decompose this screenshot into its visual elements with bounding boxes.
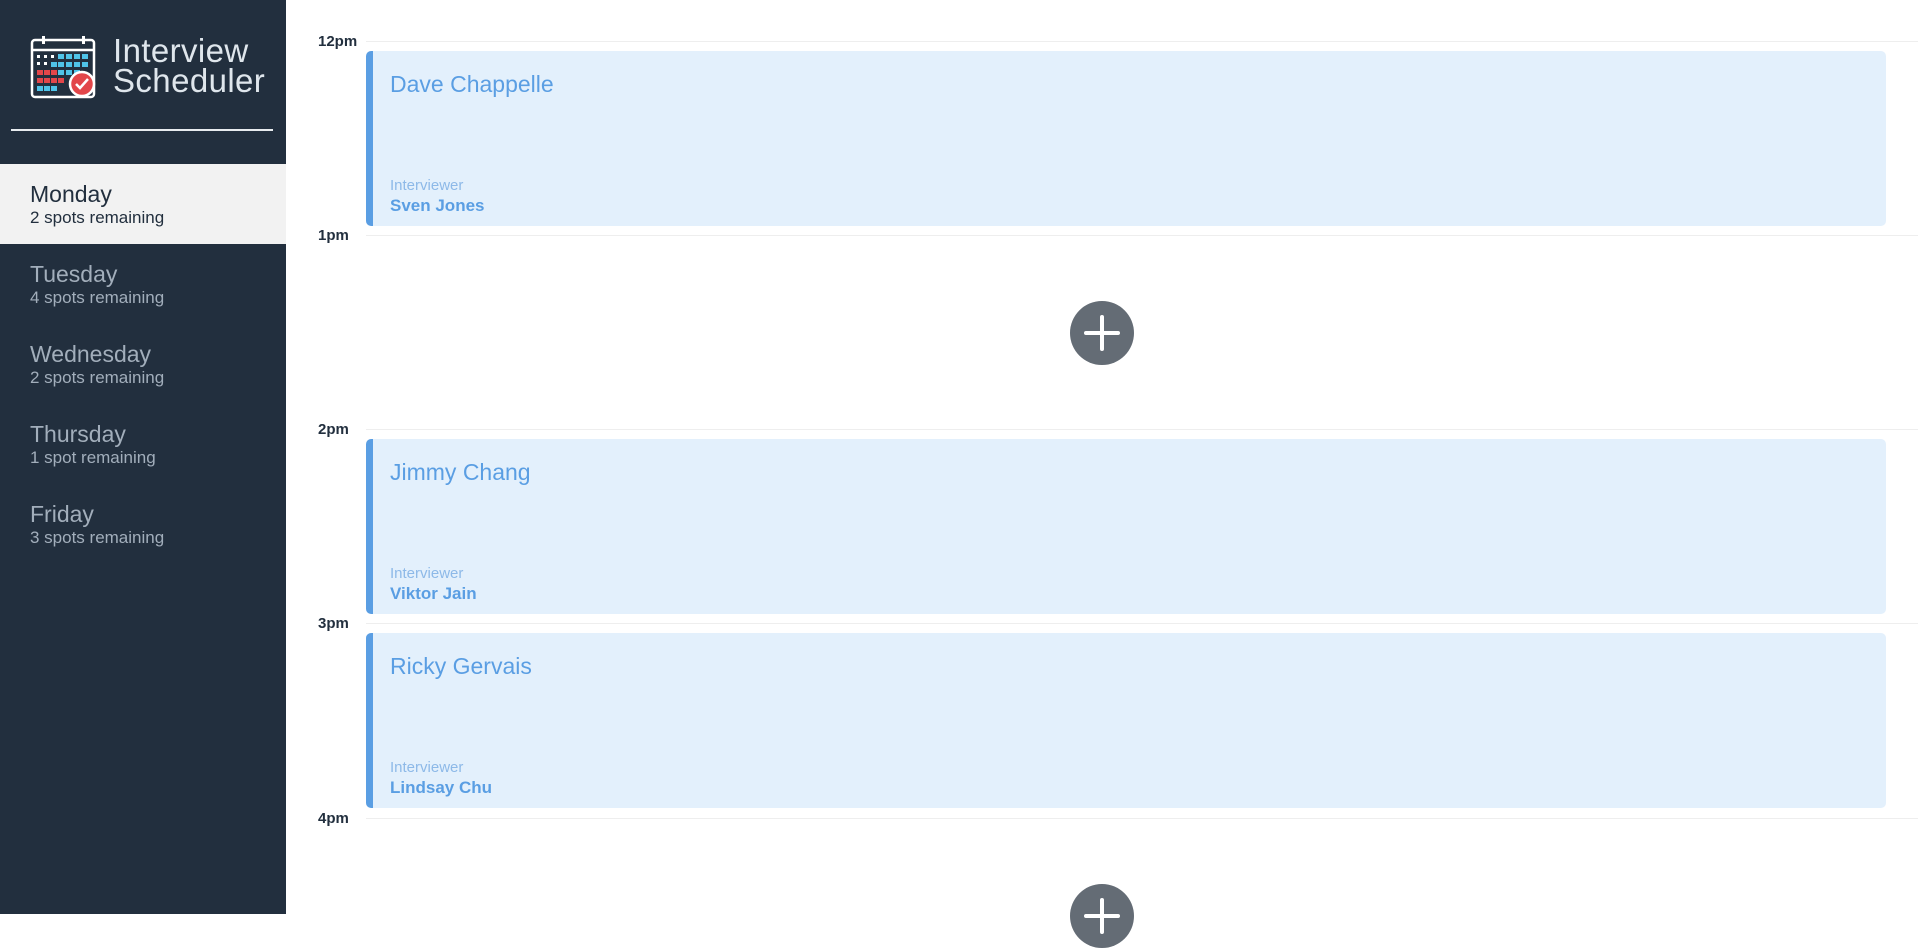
- time-label: 3pm: [318, 615, 349, 632]
- interviewer-name: Viktor Jain: [390, 584, 477, 603]
- app-title-line2: Scheduler: [113, 62, 266, 99]
- appointment-card[interactable]: Jimmy Chang Interviewer Viktor Jain: [366, 439, 1886, 614]
- slot-divider: [366, 623, 1918, 624]
- day-spots: 3 spots remaining: [30, 528, 165, 547]
- app-brand: Interview Scheduler: [30, 34, 270, 99]
- appointment-card[interactable]: Dave Chappelle Interviewer Sven Jones: [366, 51, 1886, 226]
- interviewer-name: Sven Jones: [390, 196, 485, 215]
- interviewer-label: Interviewer: [390, 759, 464, 776]
- day-name: Thursday: [30, 421, 126, 447]
- day-item-thursday[interactable]: Thursday 1 spot remaining: [0, 404, 286, 484]
- interviewer-label: Interviewer: [390, 565, 464, 582]
- slot-divider: [366, 818, 1918, 819]
- slot-divider: [366, 235, 1918, 236]
- calendar-check-icon: [30, 36, 96, 99]
- student-name: Jimmy Chang: [390, 459, 531, 485]
- day-name: Monday: [30, 181, 112, 207]
- add-appointment-button[interactable]: [1070, 884, 1134, 948]
- add-appointment-button[interactable]: [1070, 301, 1134, 365]
- day-spots: 1 spot remaining: [30, 448, 156, 467]
- appointment-card[interactable]: Ricky Gervais Interviewer Lindsay Chu: [366, 633, 1886, 808]
- plus-icon: [1084, 898, 1120, 934]
- time-label: 4pm: [318, 810, 349, 827]
- day-item-tuesday[interactable]: Tuesday 4 spots remaining: [0, 244, 286, 324]
- time-label: 1pm: [318, 227, 349, 244]
- day-name: Wednesday: [30, 341, 152, 367]
- app-title: Interview Scheduler: [113, 34, 266, 99]
- student-name: Ricky Gervais: [390, 653, 532, 679]
- day-spots: 4 spots remaining: [30, 288, 165, 307]
- time-label: 12pm: [318, 33, 358, 50]
- sidebar-divider: [11, 129, 273, 131]
- plus-icon: [1084, 315, 1120, 351]
- day-name: Friday: [30, 501, 94, 527]
- day-item-wednesday[interactable]: Wednesday 2 spots remaining: [0, 324, 286, 404]
- day-spots: 2 spots remaining: [30, 368, 165, 387]
- sidebar: Interview Scheduler Monday 2 spots remai…: [0, 0, 286, 914]
- day-list: Monday 2 spots remaining Tuesday 4 spots…: [0, 164, 286, 564]
- slot-divider: [366, 429, 1918, 430]
- student-name: Dave Chappelle: [390, 71, 554, 97]
- schedule: 12pm Dave Chappelle Interviewer Sven Jon…: [286, 0, 1918, 948]
- interviewer-name: Lindsay Chu: [390, 778, 493, 797]
- day-item-friday[interactable]: Friday 3 spots remaining: [0, 484, 286, 564]
- day-item-monday[interactable]: Monday 2 spots remaining: [0, 164, 286, 244]
- time-label: 2pm: [318, 421, 349, 438]
- day-name: Tuesday: [30, 261, 118, 287]
- slot-divider: [366, 41, 1918, 42]
- day-spots: 2 spots remaining: [30, 208, 165, 227]
- interviewer-label: Interviewer: [390, 177, 464, 194]
